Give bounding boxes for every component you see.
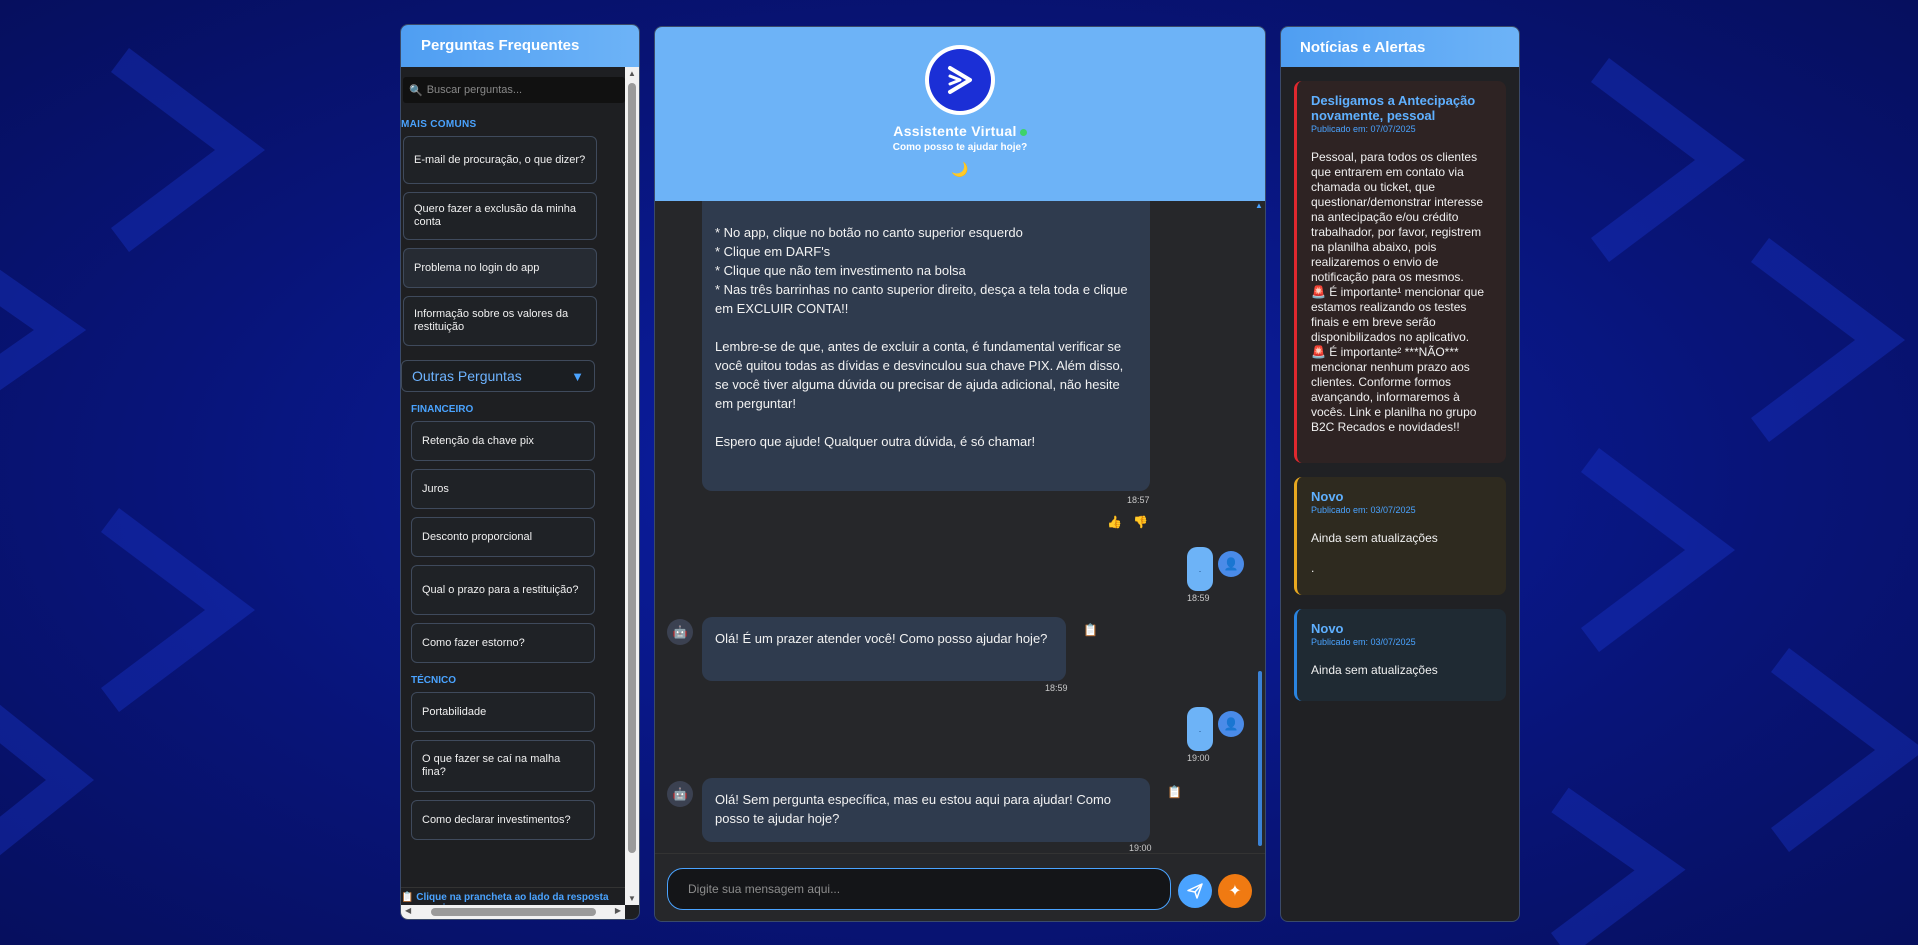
section-label-financeiro: FINANCEIRO [411,404,474,415]
scroll-up-arrow-icon[interactable]: ▲ [1255,201,1263,210]
faq-item[interactable]: O que fazer se caí na malha fina? [411,740,595,792]
user-message: . [1187,707,1213,751]
triangle-down-icon: ▼ [571,368,584,384]
faq-financeiro-list: Retenção da chave pix Juros Desconto pro… [401,421,625,663]
faq-vertical-scrollbar[interactable]: ▲ ▼ [625,67,639,905]
message-line: Espero que ajude! Qualquer outra dúvida,… [715,434,1036,449]
faq-search-input[interactable] [426,84,617,96]
news-card-title: Novo [1311,621,1344,636]
bot-message: Olá! É um prazer atender você! Como poss… [702,617,1066,681]
scroll-thumb[interactable] [431,908,596,916]
message-line: * No app, clique no botão no canto super… [715,225,1023,240]
news-panel: Notícias e Alertas Desligamos a Antecipa… [1280,26,1520,922]
message-line: * Clique que não tem investimento na bol… [715,263,966,278]
bot-message: * No app, clique no botão no canto super… [702,201,1150,491]
user-avatar-icon: 👤 [1218,551,1244,577]
clipboard-copy-icon[interactable]: 📋 [1167,785,1182,799]
news-card[interactable]: Novo Publicado em: 03/07/2025 Ainda sem … [1294,609,1506,701]
clipboard-copy-icon[interactable]: 📋 [1083,623,1098,637]
news-card[interactable]: Desligamos a Antecipação novamente, pess… [1294,81,1506,463]
faq-panel: Perguntas Frequentes 🔍 MAIS COMUNS E-mai… [400,24,640,920]
news-card[interactable]: Novo Publicado em: 03/07/2025 Ainda sem … [1294,477,1506,595]
ai-suggest-button[interactable]: ✦ [1218,874,1252,908]
news-card-title: Novo [1311,489,1344,504]
message-time: 18:57 [1127,495,1150,505]
faq-item[interactable]: Informação sobre os valores da restituiç… [403,296,597,346]
scroll-thumb[interactable] [1258,671,1262,846]
message-time: 19:00 [1187,753,1210,763]
faq-tecnico-list: Portabilidade O que fazer se caí na malh… [401,692,625,840]
send-button[interactable] [1178,874,1212,908]
other-questions-toggle[interactable]: Outras Perguntas ▼ [401,360,595,392]
sparkle-icon: ✦ [1228,883,1242,900]
faq-item[interactable]: Como declarar investimentos? [411,800,595,840]
scroll-down-arrow-icon[interactable]: ▼ [625,894,639,903]
faq-common-list: E-mail de procuração, o que dizer? Quero… [401,136,625,346]
section-label-tecnico: TÉCNICO [411,675,456,686]
user-avatar-icon: 👤 [1218,711,1244,737]
assistant-logo [925,45,995,115]
send-icon [1187,883,1203,899]
news-card-text: Pessoal, para todos os clientes que entr… [1311,150,1485,434]
scroll-right-arrow-icon[interactable]: ▶ [615,906,621,915]
faq-copy-hint: 📋 Clique na prancheta ao lado da respost… [401,887,625,905]
faq-item[interactable]: Quero fazer a exclusão da minha conta [403,192,597,240]
bot-message: Olá! Sem pergunta específica, mas eu est… [702,778,1150,842]
faq-item[interactable]: Juros [411,469,595,509]
news-title: Notícias e Alertas [1281,27,1519,67]
news-card-date: Publicado em: 03/07/2025 [1311,637,1416,647]
chat-input-area: ✦ [655,853,1265,921]
faq-search[interactable]: 🔍 [403,77,625,103]
assistant-subtitle: Como posso te ajudar hoje? [892,142,1028,153]
message-line: * Nas três barrinhas no canto superior d… [715,282,1128,316]
user-message: . [1187,547,1213,591]
message-time: 18:59 [1187,593,1210,603]
faq-item[interactable]: Como fazer estorno? [411,623,595,663]
chat-messages: * No app, clique no botão no canto super… [655,201,1265,881]
news-card-date: Publicado em: 07/07/2025 [1311,124,1416,134]
message-line: * Clique em DARF's [715,244,831,259]
faq-item[interactable]: E-mail de procuração, o que dizer? [403,136,597,184]
chat-header: Assistente Virtual Como posso te ajudar … [655,27,1265,201]
faq-item[interactable]: Problema no login do app [403,248,597,288]
message-line [715,413,1137,432]
play-logo-icon [948,66,972,94]
news-card-text: Ainda sem atualizações [1311,663,1438,677]
scroll-thumb[interactable] [628,83,636,853]
bot-avatar-icon: 🤖 [667,781,693,807]
search-icon: 🔍 [409,84,423,97]
scroll-left-arrow-icon[interactable]: ◀ [405,906,411,915]
bot-avatar-icon: 🤖 [667,619,693,645]
message-line: Lembre-se de que, antes de excluir a con… [715,339,1124,411]
faq-item[interactable]: Portabilidade [411,692,595,732]
message-time: 18:59 [1045,683,1068,693]
message-input[interactable] [667,868,1171,910]
message-time: 19:00 [1129,843,1152,853]
section-label-common: MAIS COMUNS [401,119,477,130]
faq-horizontal-scrollbar[interactable]: ◀ ▶ [401,905,625,919]
faq-body: 🔍 MAIS COMUNS E-mail de procuração, o qu… [401,67,625,905]
chat-scrollbar[interactable]: ▲ ▼ [1255,201,1263,881]
news-card-text: Ainda sem atualizações . [1311,531,1438,575]
assistant-title: Assistente Virtual [655,123,1265,139]
news-card-date: Publicado em: 03/07/2025 [1311,505,1416,515]
news-card-title: Desligamos a Antecipação novamente, pess… [1311,93,1476,123]
faq-item[interactable]: Qual o prazo para a restituição? [411,565,595,615]
thumbs-up-icon[interactable]: 👍 [1107,515,1122,529]
message-line [715,318,1137,337]
faq-item[interactable]: Desconto proporcional [411,517,595,557]
online-status-icon [1019,128,1027,136]
faq-item[interactable]: Retenção da chave pix [411,421,595,461]
theme-toggle-moon-icon[interactable]: 🌙 [655,161,1265,178]
faq-title: Perguntas Frequentes [401,25,639,67]
scroll-up-arrow-icon[interactable]: ▲ [625,69,639,78]
chat-panel: Assistente Virtual Como posso te ajudar … [654,26,1266,922]
assistant-name: Assistente Virtual [893,123,1017,139]
other-questions-label: Outras Perguntas [412,368,522,384]
thumbs-down-icon[interactable]: 👎 [1133,515,1148,529]
